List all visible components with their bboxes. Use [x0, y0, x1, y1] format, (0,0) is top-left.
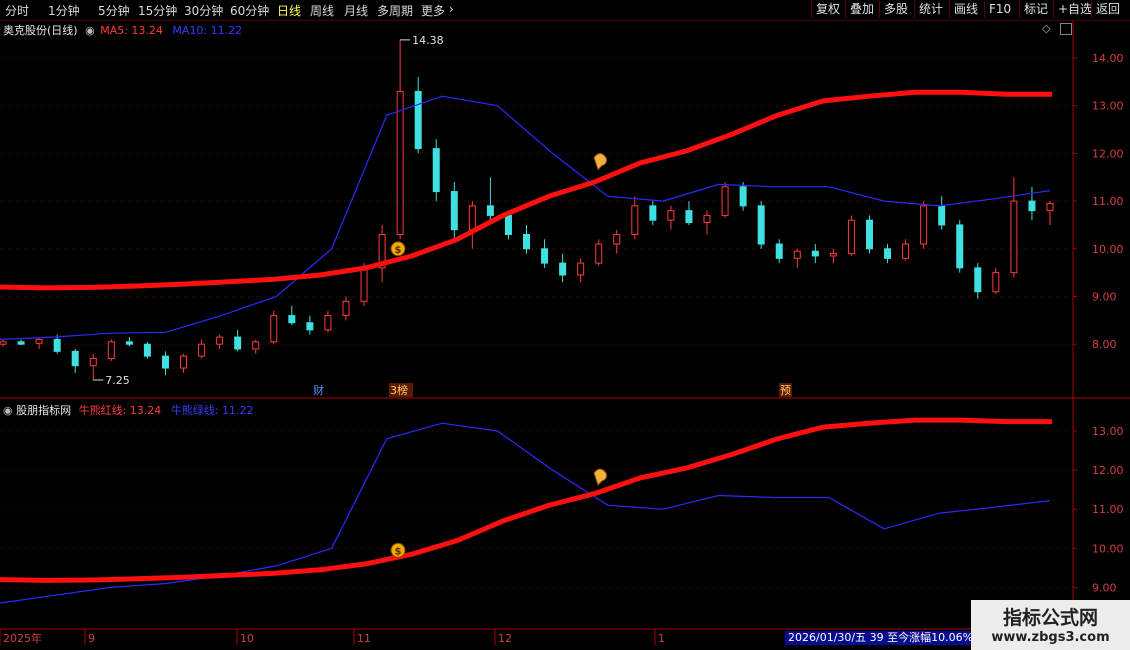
candle-body	[180, 355, 188, 369]
candle-body	[1028, 200, 1036, 212]
candle-body	[721, 186, 729, 216]
low-price-label: 7.25	[105, 374, 130, 387]
candle-body	[468, 205, 476, 231]
candle-body	[793, 250, 801, 259]
status-info: 2026/01/30/五 39 至今涨幅10.06%	[785, 631, 977, 645]
candle-body	[902, 243, 910, 259]
candle-body	[631, 205, 639, 235]
candle-body	[884, 248, 892, 259]
y-tick-label: 8.00	[1092, 338, 1117, 351]
y-tick-label: 10.00	[1092, 542, 1124, 555]
candle-body	[324, 315, 332, 331]
y-tick-label: 12.00	[1092, 464, 1124, 477]
x-tick-label: 12	[498, 632, 512, 645]
candle-body	[414, 90, 422, 150]
event-tag-cai: 财	[313, 383, 324, 397]
y-tick-label: 11.00	[1092, 195, 1124, 208]
ma10-line	[0, 95, 1051, 340]
candle-body	[685, 210, 693, 224]
candles-group	[0, 39, 1054, 380]
candle-body	[53, 338, 61, 352]
candle-body	[541, 248, 549, 264]
candle-body	[775, 243, 783, 259]
x-tick-label: 11	[357, 632, 371, 645]
candle-body	[396, 90, 404, 235]
x-tick-label: 9	[88, 632, 95, 645]
candle-body	[865, 219, 873, 250]
event-tag-yu: 预	[780, 384, 791, 397]
money-bag-symbol: $	[395, 546, 402, 557]
candle-body	[829, 253, 837, 257]
y-tick-label: 13.00	[1092, 100, 1124, 113]
candle-body	[161, 355, 169, 369]
candle-body	[992, 272, 1000, 293]
candle-body	[306, 322, 314, 331]
candle-body	[486, 205, 494, 216]
candle-body	[956, 224, 964, 269]
y-tick-label: 9.00	[1092, 291, 1117, 304]
candle-body	[703, 214, 711, 224]
candle-body	[252, 341, 260, 350]
y-tick-label: 13.00	[1092, 425, 1124, 438]
money-bag-symbol: $	[395, 245, 402, 256]
high-price-label: 14.38	[412, 34, 444, 47]
candle-body	[89, 358, 97, 367]
watermark-title: 指标公式网	[1002, 607, 1098, 629]
candle-body	[1046, 202, 1054, 212]
x-tick-label: 2025年	[3, 631, 42, 645]
candle-body	[71, 350, 79, 367]
candle-body	[667, 210, 675, 221]
candle-body	[1010, 200, 1018, 274]
candle-body	[920, 205, 928, 245]
candle-body	[613, 233, 621, 245]
candle-body	[739, 186, 747, 207]
candle-body	[450, 191, 458, 231]
candle-body	[523, 233, 530, 250]
candle-body	[649, 205, 657, 221]
event-tag-bang: 3榜	[390, 383, 408, 397]
y-tick-label: 9.00	[1092, 581, 1117, 594]
candle-body	[288, 315, 296, 324]
watermark-url: www.zbgs3.com	[991, 630, 1110, 645]
red-line	[0, 417, 1052, 583]
ma5-line	[0, 89, 1052, 291]
kline-chart[interactable]: 14.0013.0012.0011.0010.009.008.0013.0012…	[0, 0, 1130, 650]
candle-body	[17, 341, 25, 345]
candle-body	[847, 219, 855, 255]
x-tick-label: 1	[658, 632, 665, 645]
hand-icon	[593, 153, 607, 171]
candle-body	[559, 262, 567, 276]
candle-body	[432, 148, 440, 193]
candle-body	[757, 205, 765, 245]
x-tick-label: 10	[240, 632, 254, 645]
candle-body	[198, 343, 206, 357]
candle-body	[125, 341, 133, 345]
candle-body	[216, 336, 224, 345]
candle-body	[577, 262, 585, 276]
y-tick-label: 11.00	[1092, 503, 1124, 516]
hand-icon	[593, 468, 607, 486]
candle-body	[595, 243, 603, 264]
candle-body	[504, 214, 512, 235]
candle-body	[342, 300, 350, 317]
y-tick-label: 10.00	[1092, 243, 1124, 256]
candle-body	[811, 250, 819, 257]
candle-body	[107, 341, 115, 360]
candle-body	[360, 267, 368, 302]
y-tick-label: 12.00	[1092, 147, 1124, 160]
y-tick-label: 14.00	[1092, 52, 1124, 65]
candle-body	[35, 338, 43, 344]
candle-body	[0, 341, 7, 345]
watermark-logo: 指标公式网 www.zbgs3.com	[971, 600, 1130, 650]
candle-body	[234, 336, 242, 350]
candle-body	[938, 205, 946, 226]
candle-body	[974, 267, 982, 293]
candle-body	[270, 315, 278, 343]
candle-body	[143, 343, 151, 357]
